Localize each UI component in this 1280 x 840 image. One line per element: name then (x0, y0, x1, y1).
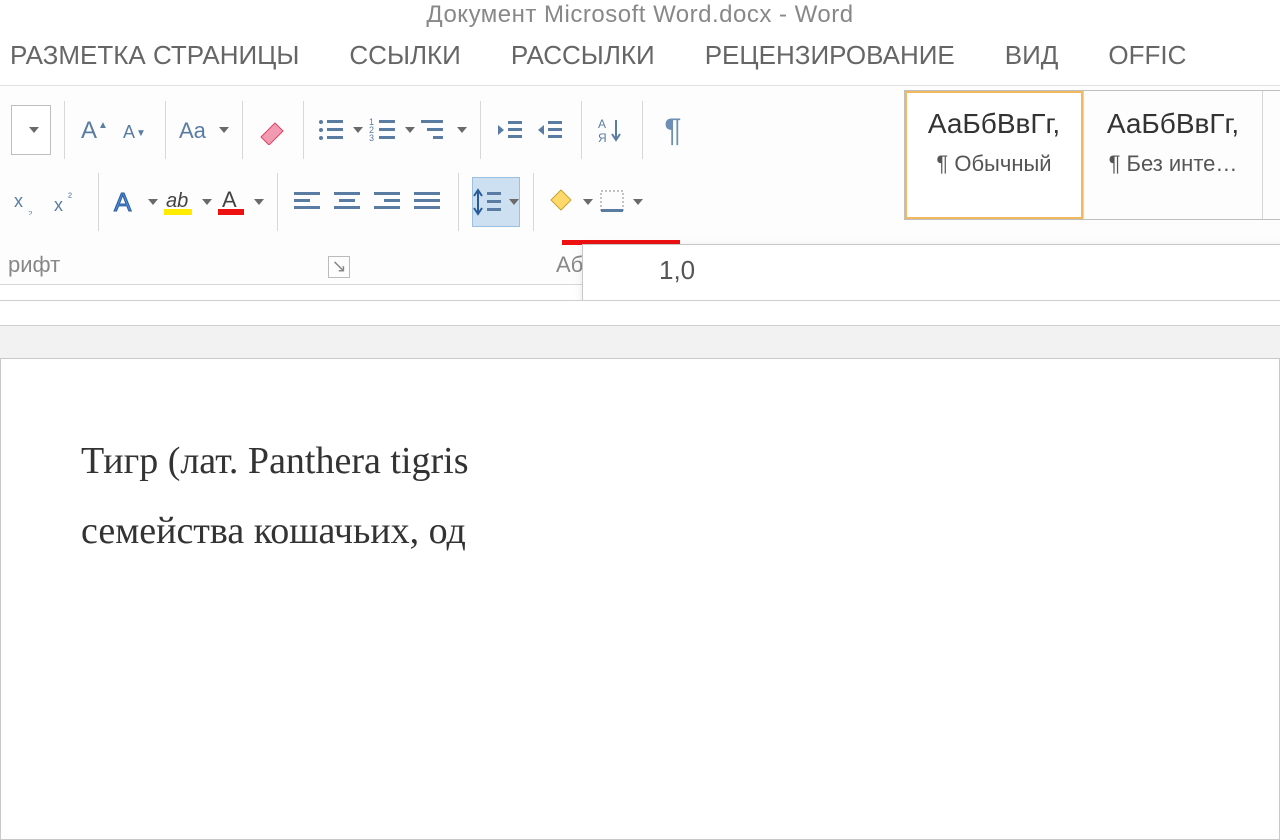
svg-text:ab: ab (166, 190, 188, 212)
text-effects-button[interactable]: A (112, 178, 158, 226)
change-case-button[interactable]: Aa (179, 106, 229, 154)
style-name: ¶ Без инте… (1088, 151, 1258, 177)
svg-text:Я: Я (598, 131, 607, 144)
svg-text:²: ² (68, 190, 72, 204)
justify-button[interactable] (411, 178, 445, 226)
paragraph-group-label: Аб (556, 252, 583, 278)
line-spacing-option[interactable]: 1,0 (583, 245, 1280, 296)
styles-gallery: АаБбВвГг,¶ ОбычныйАаБбВвГг,¶ Без инте…Аа… (884, 90, 1280, 220)
shrink-font-button[interactable]: A▼ (118, 106, 152, 154)
highlight-button[interactable]: ab (164, 178, 212, 226)
document-text-line[interactable]: Тигр (лат. Panthera tigris (81, 439, 1279, 483)
style-preview: АаБбВвГг, (909, 97, 1079, 151)
superscript-button[interactable]: x² (51, 178, 85, 226)
show-marks-button[interactable]: ¶ (656, 106, 690, 154)
tab-view[interactable]: ВИД (1005, 40, 1059, 71)
clear-formatting-button[interactable] (256, 106, 290, 154)
tab-page-layout[interactable]: РАЗМЕТКА СТРАНИЦЫ (10, 40, 299, 71)
svg-text:x: x (54, 195, 63, 215)
multilevel-list-button[interactable] (421, 106, 467, 154)
align-center-button[interactable] (331, 178, 365, 226)
font-dialog-launcher[interactable]: ↘ (328, 256, 350, 278)
align-left-button[interactable] (291, 178, 325, 226)
borders-button[interactable] (599, 178, 643, 226)
svg-text:A: A (222, 187, 237, 212)
sort-button[interactable]: АЯ (595, 106, 629, 154)
style-preview: АаБбВвГг, (1088, 97, 1258, 151)
svg-text:₂: ₂ (28, 204, 33, 215)
bullets-button[interactable] (317, 106, 363, 154)
font-color-button[interactable]: A (218, 178, 264, 226)
style-item[interactable]: АаБЗагол (1263, 91, 1280, 219)
numbering-button[interactable]: 123 (369, 106, 415, 154)
shading-button[interactable] (547, 178, 593, 226)
style-name: ¶ Обычный (909, 151, 1079, 177)
svg-text:A: A (114, 187, 132, 217)
increase-indent-button[interactable] (534, 106, 568, 154)
style-preview: АаБ (1267, 97, 1280, 151)
font-dropdown[interactable] (11, 105, 51, 155)
svg-text:3: 3 (369, 133, 374, 143)
tab-review[interactable]: РЕЦЕНЗИРОВАНИЕ (705, 40, 955, 71)
svg-text:A: A (81, 117, 97, 144)
svg-text:А: А (598, 117, 606, 131)
document-text-line[interactable]: семейства кошачьих, од (81, 509, 1279, 553)
svg-text:A: A (123, 122, 135, 142)
svg-text:Aa: Aa (179, 118, 207, 143)
grow-font-button[interactable]: A▲ (78, 106, 112, 154)
style-item[interactable]: АаБбВвГг,¶ Обычный (905, 91, 1084, 219)
svg-text:x: x (14, 191, 23, 211)
window-title: Документ Microsoft Word.docx - Word (0, 0, 1280, 30)
pilcrow-icon: ¶ (664, 112, 681, 149)
svg-text:▼: ▼ (136, 128, 146, 139)
line-spacing-button[interactable] (472, 177, 520, 227)
page[interactable]: Тигр (лат. Panthera tigris семейства кош… (0, 358, 1280, 840)
style-item[interactable]: АаБбВвГг,¶ Без инте… (1084, 91, 1263, 219)
subscript-button[interactable]: x₂ (11, 178, 45, 226)
decrease-indent-button[interactable] (494, 106, 528, 154)
ruler[interactable] (0, 301, 1280, 326)
ribbon-tabs: РАЗМЕТКА СТРАНИЦЫ ССЫЛКИ РАССЫЛКИ РЕЦЕНЗ… (0, 30, 1280, 85)
svg-text:▲: ▲ (98, 120, 108, 131)
tab-references[interactable]: ССЫЛКИ (349, 40, 460, 71)
tab-office[interactable]: OFFIC (1108, 40, 1186, 71)
document-area: Тигр (лат. Panthera tigris семейства кош… (0, 300, 1280, 720)
align-right-button[interactable] (371, 178, 405, 226)
style-name: Загол (1267, 151, 1280, 177)
font-group-label: рифт (8, 252, 60, 278)
tab-mailings[interactable]: РАССЫЛКИ (511, 40, 655, 71)
